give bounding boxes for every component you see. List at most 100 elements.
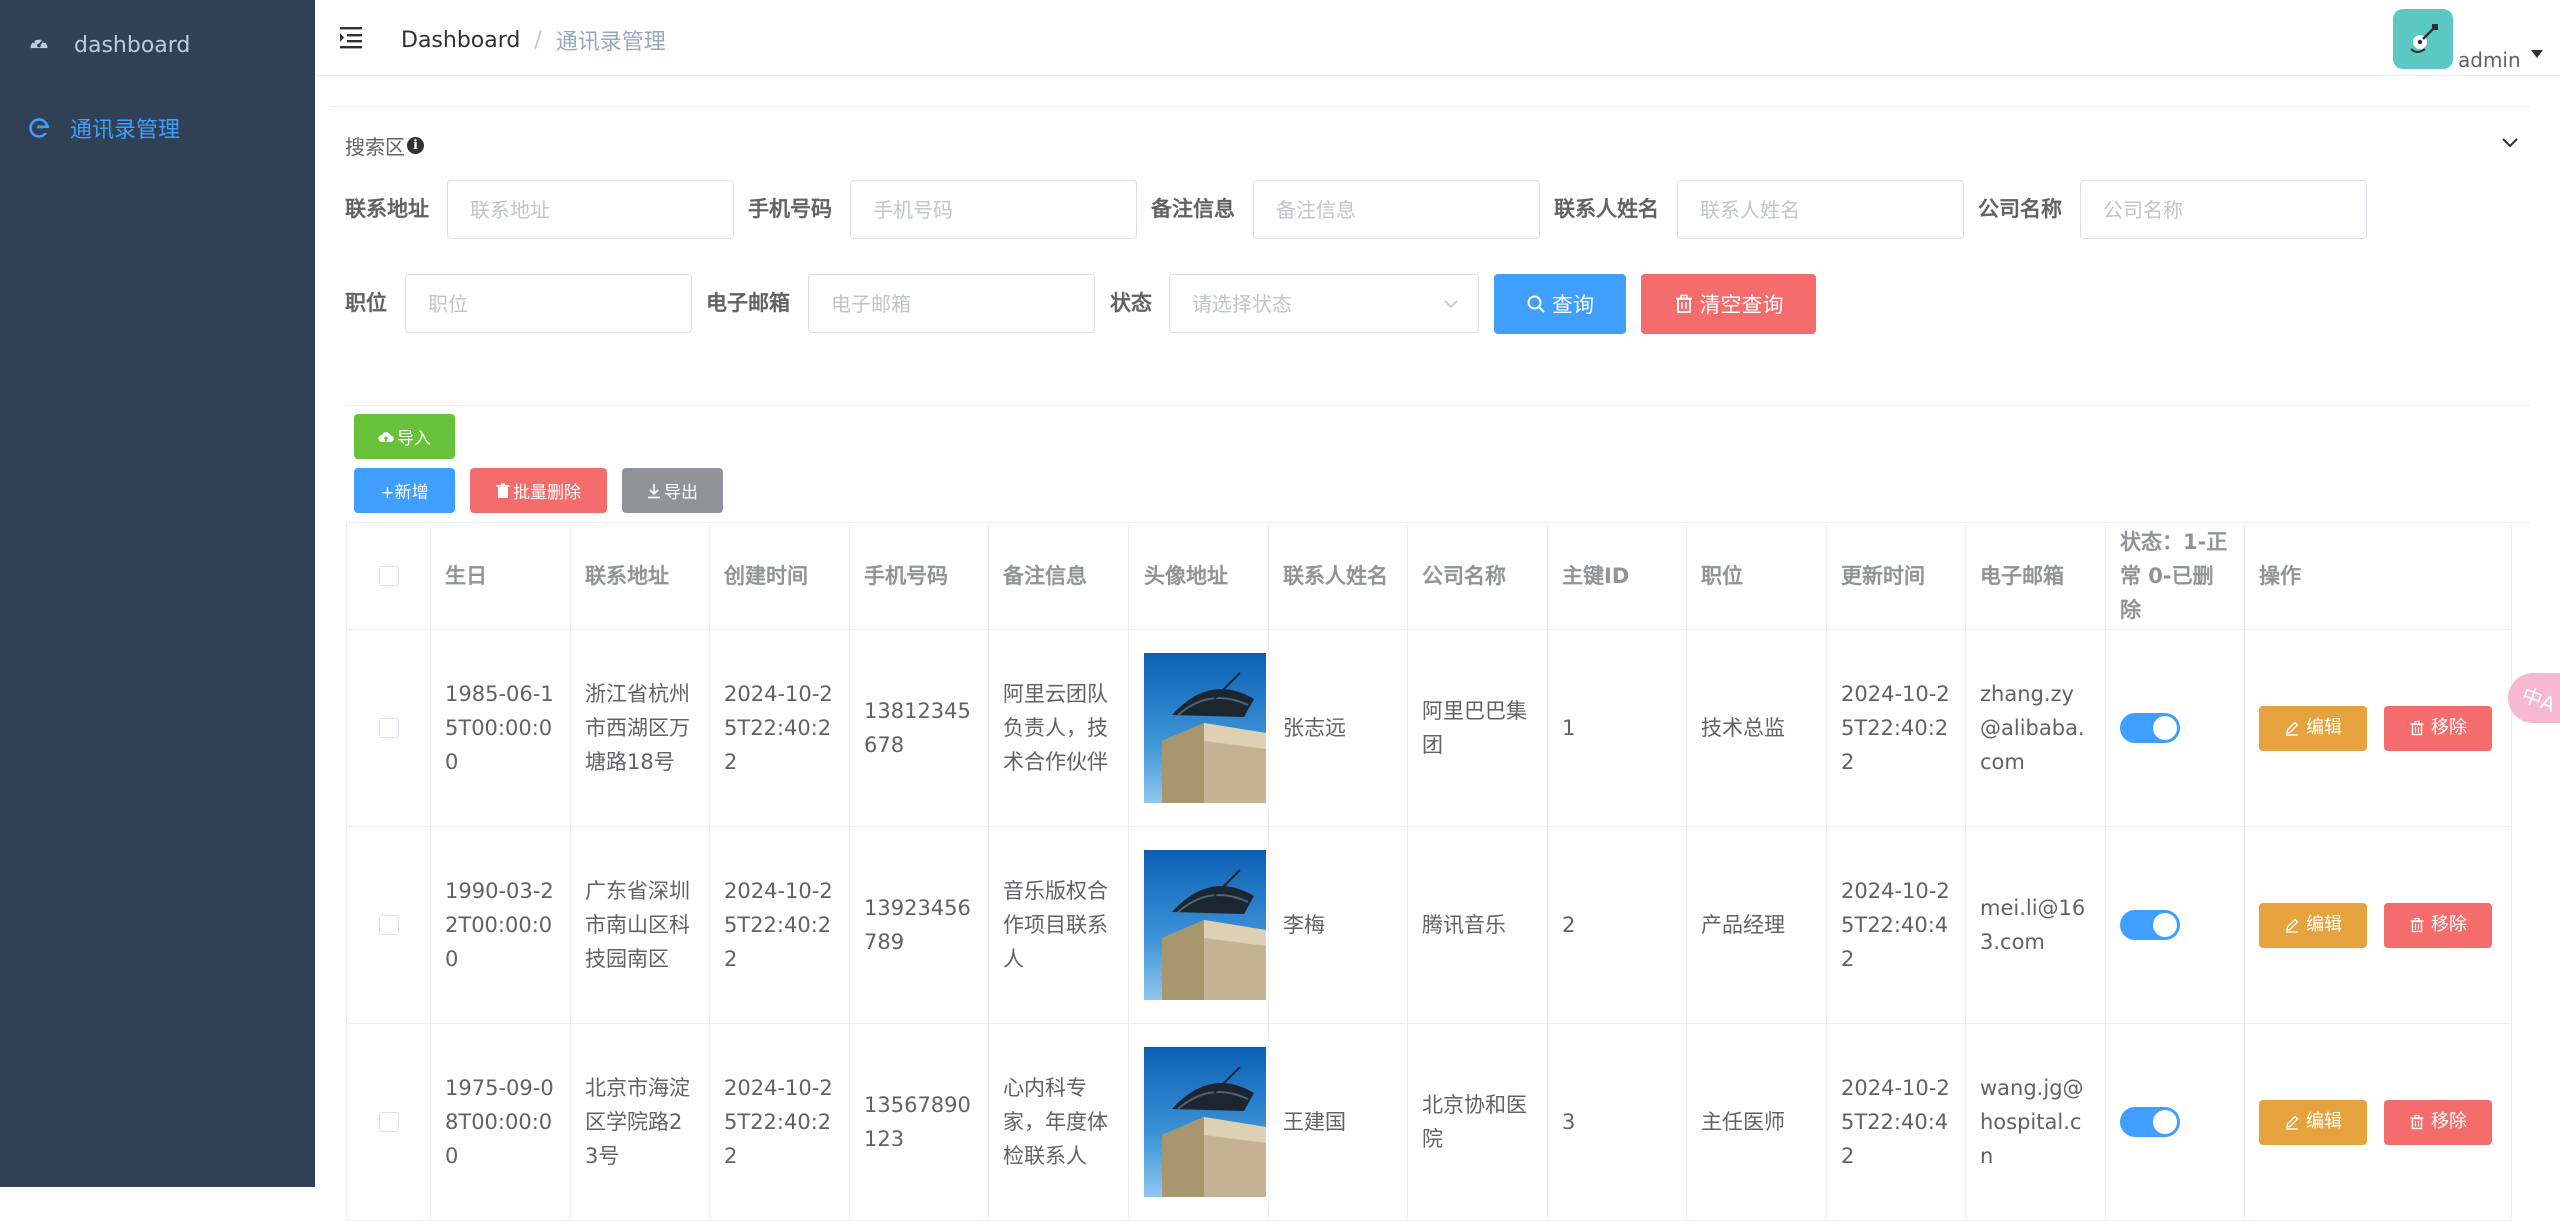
phone-label: 手机号码	[748, 197, 832, 221]
sidebar-item-dashboard[interactable]: dashboard	[0, 0, 315, 90]
divider	[330, 106, 2530, 107]
phone-field[interactable]	[850, 180, 1137, 239]
status-switch[interactable]	[2120, 910, 2180, 940]
address-label: 联系地址	[345, 197, 429, 221]
cell-company: 阿里巴巴集团	[1408, 630, 1548, 827]
export-button[interactable]: 导出	[622, 468, 723, 513]
column-header-id[interactable]: 主键ID	[1548, 523, 1687, 630]
cell-note: 阿里云团队负责人，技术合作伙伴	[989, 630, 1129, 827]
select-all-checkbox[interactable]	[378, 566, 399, 586]
info-icon[interactable]: i	[407, 137, 424, 154]
address-field[interactable]	[447, 180, 734, 239]
column-header-updated[interactable]: 更新时间	[1827, 523, 1966, 630]
avatar-image[interactable]	[1144, 1047, 1266, 1197]
position-field[interactable]	[405, 274, 692, 333]
email-label: 电子邮箱	[706, 291, 790, 315]
name-field[interactable]	[1677, 180, 1964, 239]
status-select[interactable]	[1169, 274, 1479, 333]
cell-created: 2024-10-25T22:40:22	[710, 630, 850, 827]
position-label: 职位	[345, 291, 387, 315]
edit-button[interactable]: 编辑	[2259, 1099, 2367, 1145]
cell-birthday: 1990-03-22T00:00:00	[431, 827, 571, 1024]
phone-input[interactable]	[851, 181, 1136, 238]
caret-down-icon[interactable]	[2531, 50, 2543, 58]
query-button[interactable]: 查询	[1494, 274, 1626, 334]
cell-created: 2024-10-25T22:40:22	[710, 827, 850, 1024]
name-input[interactable]	[1678, 181, 1963, 238]
column-header-created[interactable]: 创建时间	[710, 523, 850, 630]
search-area-title: 搜索区 i	[345, 131, 424, 160]
position-input[interactable]	[406, 275, 691, 332]
dashboard-icon	[30, 36, 48, 49]
row-checkbox[interactable]	[378, 1112, 399, 1132]
breadcrumb-separator: /	[534, 27, 542, 53]
row-checkbox[interactable]	[378, 915, 399, 935]
column-header-company[interactable]: 公司名称	[1408, 523, 1548, 630]
import-button[interactable]: 导入	[354, 414, 455, 459]
edit-button[interactable]: 编辑	[2259, 902, 2367, 948]
sidebar-item-label: 通讯录管理	[70, 118, 181, 143]
avatar[interactable]	[2393, 9, 2453, 69]
note-field[interactable]	[1253, 180, 1540, 239]
column-header-birthday[interactable]: 生日	[431, 523, 571, 630]
avatar-image[interactable]	[1144, 653, 1266, 803]
header-select-all	[347, 523, 431, 630]
clear-query-button[interactable]: 清空查询	[1641, 274, 1816, 334]
address-input[interactable]	[448, 181, 733, 238]
name-label: 联系人姓名	[1554, 197, 1659, 221]
column-header-note[interactable]: 备注信息	[989, 523, 1129, 630]
hamburger-icon[interactable]	[339, 24, 365, 50]
cell-birthday: 1975-09-08T00:00:00	[431, 1024, 571, 1221]
chevron-down-icon[interactable]	[2500, 132, 2520, 152]
cell-note: 音乐版权合作项目联系人	[989, 827, 1129, 1024]
cell-operation: 编辑 移除	[2245, 827, 2512, 1024]
column-header-position[interactable]: 职位	[1687, 523, 1827, 630]
chevron-down-icon	[1444, 300, 1458, 309]
column-header-status[interactable]: 状态：1-正常 0-已删除	[2106, 523, 2245, 630]
translate-float-button[interactable]: 中A	[2508, 673, 2560, 723]
company-field[interactable]	[2080, 180, 2367, 239]
email-field[interactable]	[808, 274, 1095, 333]
cell-address: 北京市海淀区学院路23号	[571, 1024, 710, 1221]
cell-email: mei.li@163.com	[1966, 827, 2106, 1024]
edit-button[interactable]: 编辑	[2259, 705, 2367, 751]
status-switch[interactable]	[2120, 713, 2180, 743]
column-header-email[interactable]: 电子邮箱	[1966, 523, 2106, 630]
avatar-image[interactable]	[1144, 850, 1266, 1000]
cell-updated: 2024-10-25T22:40:42	[1827, 1024, 1966, 1221]
status-switch[interactable]	[2120, 1107, 2180, 1137]
remove-button[interactable]: 移除	[2384, 1099, 2492, 1145]
trash-icon	[496, 483, 510, 498]
company-input[interactable]	[2081, 181, 2366, 238]
cell-name: 张志远	[1269, 630, 1408, 827]
column-header-avatar[interactable]: 头像地址	[1129, 523, 1269, 630]
cloud-upload-icon	[378, 431, 394, 442]
remove-button[interactable]: 移除	[2384, 902, 2492, 948]
cell-id: 1	[1548, 630, 1687, 827]
sidebar: dashboard 通讯录管理	[0, 0, 315, 1187]
email-input[interactable]	[809, 275, 1094, 332]
column-header-name[interactable]: 联系人姓名	[1269, 523, 1408, 630]
breadcrumb-home[interactable]: Dashboard	[401, 28, 520, 53]
divider	[345, 405, 2530, 406]
cell-position: 产品经理	[1687, 827, 1827, 1024]
row-select-cell	[347, 630, 431, 827]
user-name[interactable]: admin	[2458, 48, 2521, 72]
status-select-input[interactable]	[1170, 275, 1478, 332]
remove-button[interactable]: 移除	[2384, 705, 2492, 751]
cell-phone: 13923456789	[850, 827, 989, 1024]
cell-operation: 编辑 移除	[2245, 1024, 2512, 1221]
trash-icon	[2410, 720, 2424, 736]
sidebar-item-contacts[interactable]: 通讯录管理	[0, 83, 315, 173]
batch-delete-button[interactable]: 批量删除	[470, 468, 607, 513]
column-header-address[interactable]: 联系地址	[571, 523, 710, 630]
row-checkbox[interactable]	[378, 718, 399, 738]
remove-button-label: 移除	[2431, 717, 2467, 738]
table-body: 1985-06-15T00:00:00 浙江省杭州市西湖区万塘路18号 2024…	[347, 630, 2530, 1221]
cell-status	[2106, 1024, 2245, 1221]
edit-button-label: 编辑	[2306, 914, 2342, 935]
add-button[interactable]: +新增	[354, 468, 455, 513]
column-header-phone[interactable]: 手机号码	[850, 523, 989, 630]
search-title-text: 搜索区	[345, 135, 405, 159]
note-input[interactable]	[1254, 181, 1539, 238]
